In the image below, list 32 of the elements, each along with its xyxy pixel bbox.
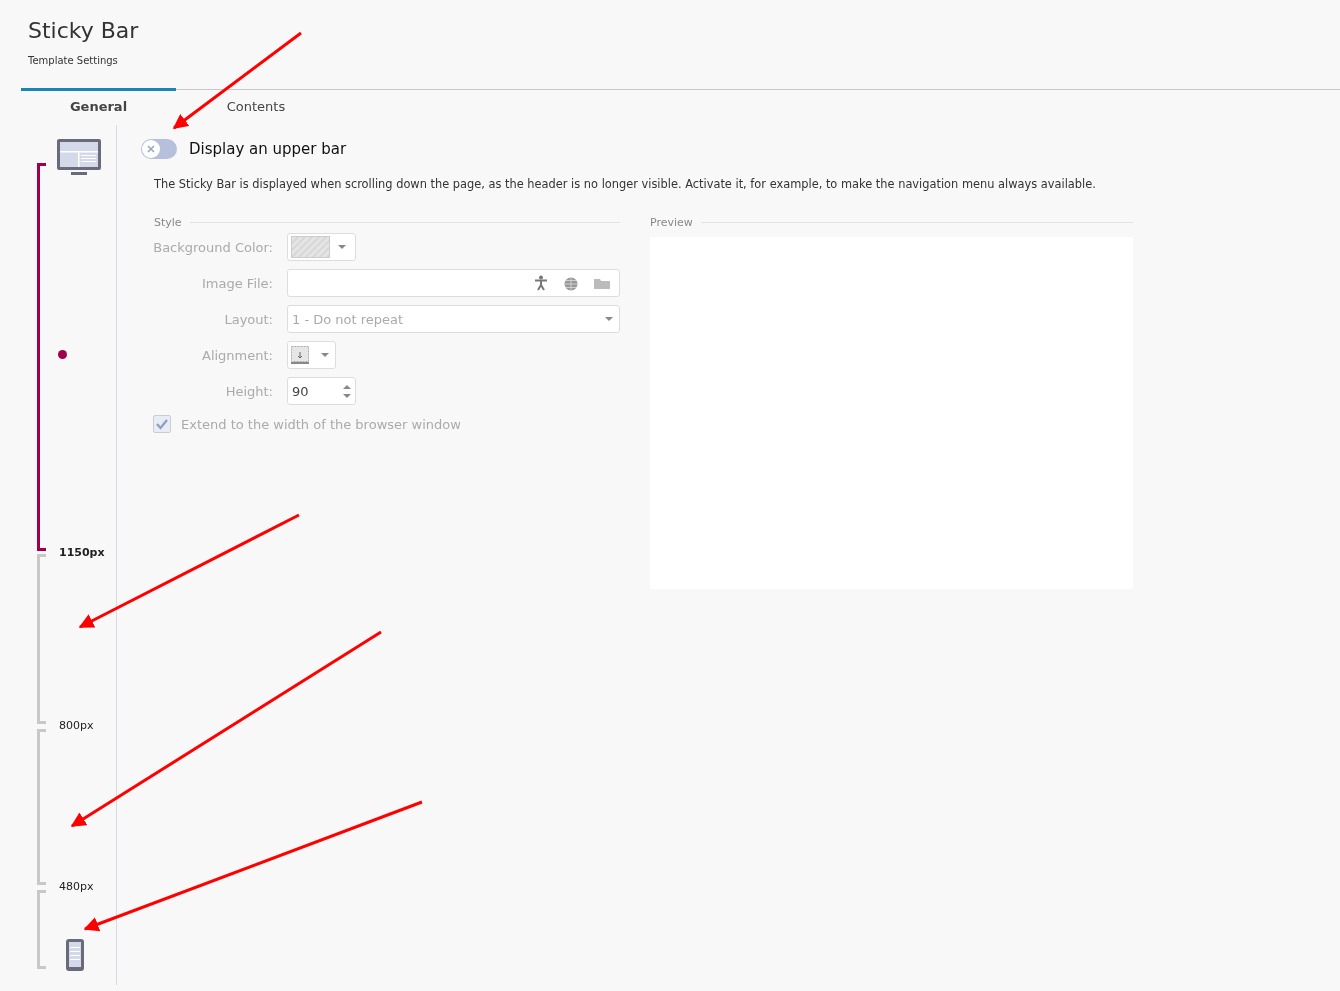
breakpoint-label: 1150px [59,546,105,559]
description-text: The Sticky Bar is displayed when scrolling down the page, as the header is no longer visible. Activate it, for example, to make the navigation menu always available. [154,176,1097,193]
breakpoint-label: 800px [59,719,94,732]
accessibility-icon[interactable] [534,275,548,291]
alignment-picker[interactable] [287,341,336,369]
page-title: Sticky Bar [28,17,140,45]
align-bottom-icon [291,346,309,364]
folder-icon[interactable] [593,276,611,290]
field-label: Height: [224,383,274,399]
section-legend: Preview [650,216,693,229]
tab[interactable]: Contents [176,88,336,125]
height-spinner[interactable]: 90 [287,377,356,405]
mobile-icon[interactable] [65,938,85,972]
color-picker[interactable] [287,233,356,261]
active-dot [58,350,67,359]
section-legend: Style [154,216,182,229]
field-label: Background Color: [152,239,274,255]
tab[interactable]: General [21,88,176,125]
checkbox-label: Extend to the width of the browser window [181,416,461,432]
file-field[interactable] [287,269,620,297]
field-label: Alignment: [201,347,274,363]
checkmark-icon [155,417,169,431]
toggle-label: Display an upper bar [189,140,347,158]
desktop-icon[interactable] [56,138,102,176]
checkbox[interactable] [153,415,171,433]
globe-icon[interactable] [562,275,579,291]
close-icon [146,144,156,154]
field-label: Layout: [223,311,274,327]
breakpoint-label: 480px [59,880,94,893]
page-subtitle: Template Settings [28,55,119,66]
field-label: Image File: [201,275,274,291]
toggle-switch[interactable] [141,139,177,159]
